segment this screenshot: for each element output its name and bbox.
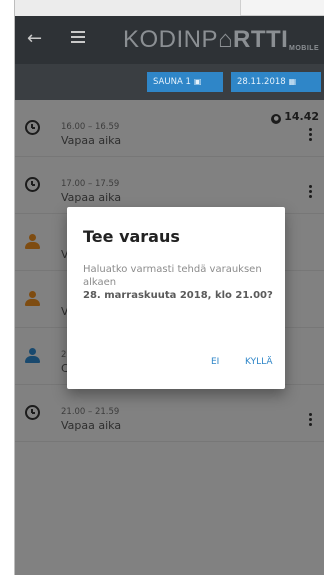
reservation-dialog: Tee varaus Haluatko varmasti tehdä varau… xyxy=(67,207,285,389)
sauna-icon: ▣ xyxy=(193,77,202,86)
dialog-message-text: Haluatko varmasti tehdä varauksen alkaen xyxy=(83,264,262,288)
filter-bar: SAUNA 1 ▣ 28.11.2018 ▦ xyxy=(15,64,324,100)
confirm-button[interactable]: KYLLÄ xyxy=(245,357,272,367)
back-arrow-icon[interactable]: ← xyxy=(27,28,42,49)
logo-text-main: KODINP xyxy=(123,26,219,53)
sauna-label: SAUNA 1 xyxy=(153,77,191,87)
app-logo: KODINP⌂RTTI MOBILE xyxy=(123,26,319,54)
logo-text-second: RTTI xyxy=(233,26,289,53)
hamburger-menu-icon[interactable] xyxy=(71,31,85,46)
date-picker-button[interactable]: 28.11.2018 ▦ xyxy=(231,72,321,92)
logo-subtitle: MOBILE xyxy=(289,45,320,52)
logo-home-icon: ⌂ xyxy=(218,26,234,53)
sauna-selector-button[interactable]: SAUNA 1 ▣ xyxy=(147,72,223,92)
date-label: 28.11.2018 xyxy=(237,77,286,87)
calendar-icon: ▦ xyxy=(288,77,297,86)
dialog-message: Haluatko varmasti tehdä varauksen alkaen… xyxy=(83,263,273,302)
cancel-button[interactable]: EI xyxy=(211,357,219,367)
browser-tab-edge xyxy=(240,0,324,16)
dialog-title: Tee varaus xyxy=(83,227,180,246)
dialog-datetime: 28. marraskuuta 2018, klo 21.00? xyxy=(83,290,273,301)
app-header: ← KODINP⌂RTTI MOBILE xyxy=(15,16,324,64)
app-screen: ← KODINP⌂RTTI MOBILE SAUNA 1 ▣ 28.11.2018… xyxy=(14,0,324,575)
